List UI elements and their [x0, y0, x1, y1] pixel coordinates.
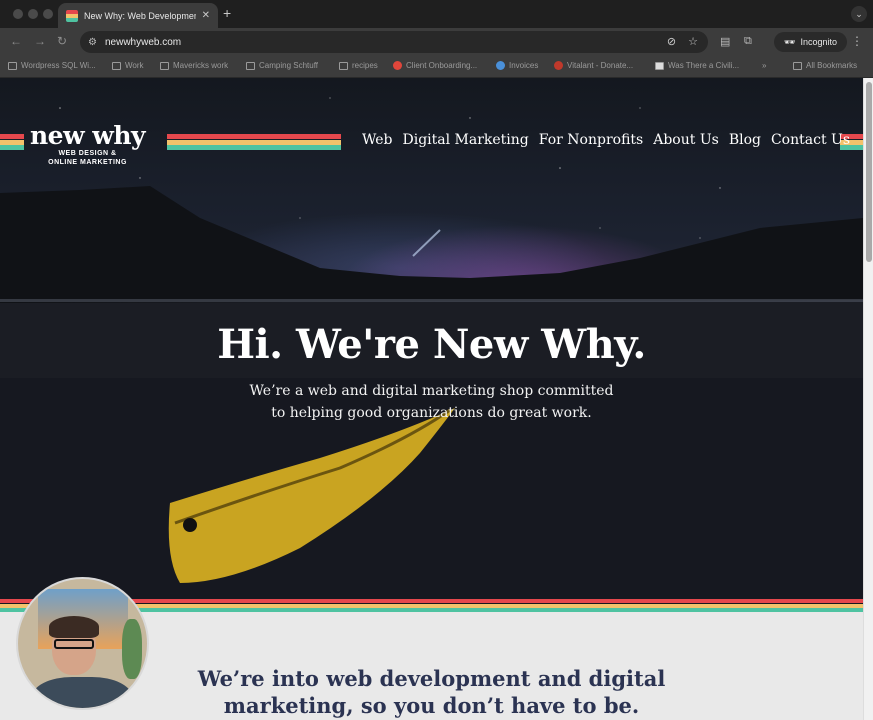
webcam-overlay	[16, 577, 149, 710]
logo-tagline-2: ONLINE MARKETING	[48, 159, 127, 166]
page-icon	[655, 61, 664, 70]
browser-tab-active[interactable]: New Why: Web Development ✕	[58, 3, 218, 28]
webcam-person-shirt	[32, 677, 132, 708]
new-tab-button[interactable]: +	[223, 5, 231, 21]
logo-name: new why	[30, 121, 146, 150]
hero-subline-1: We’re a web and digital marketing shop c…	[249, 383, 614, 399]
hero-section: new why WEB DESIGN & ONLINE MARKETING We…	[0, 78, 863, 608]
tab-title: New Why: Web Development	[84, 10, 196, 21]
logo-tagline-1: WEB DESIGN &	[58, 150, 117, 157]
globe-icon	[496, 61, 505, 70]
reload-icon[interactable]: ↻	[57, 34, 67, 48]
scrollbar-thumb[interactable]	[866, 82, 872, 262]
tab-search-icon[interactable]: ⌄	[851, 6, 867, 22]
webcam-plant	[122, 619, 142, 679]
hero-headline: Hi. We're New Why.	[217, 321, 646, 368]
extensions-icon[interactable]: ⧉	[744, 35, 752, 48]
nav-contact-us[interactable]: Contact Us	[771, 132, 850, 148]
bookmark-item[interactable]: Vitalant - Donate...	[554, 61, 633, 70]
youtube-icon	[393, 61, 402, 70]
address-url[interactable]: newwhyweb.com	[105, 37, 181, 48]
stripe-decoration	[0, 134, 24, 150]
bookmark-folder[interactable]: Camping Schtuff	[246, 61, 318, 70]
site-logo[interactable]: new why WEB DESIGN & ONLINE MARKETING	[30, 121, 146, 167]
nav-digital-marketing[interactable]: Digital Marketing	[403, 132, 529, 148]
page-icon	[8, 61, 17, 70]
browser-tab-strip: New Why: Web Development ✕ + ⌄	[0, 0, 873, 28]
eye-slash-icon[interactable]: ⊘	[667, 35, 676, 48]
more-bookmarks-chevron-icon[interactable]: »	[762, 61, 766, 70]
address-bar[interactable]: ⚙ newwhyweb.com ⊘ ☆	[80, 31, 708, 53]
incognito-badge[interactable]: 🕶 Incognito	[774, 32, 847, 52]
forward-arrow-icon[interactable]: →	[34, 34, 46, 48]
hero-subline-2: to helping good organizations do great w…	[271, 405, 592, 421]
browser-menu-icon[interactable]: ⋮	[851, 34, 863, 48]
bookmark-folder[interactable]: Work	[112, 61, 144, 70]
site-favicon-icon	[66, 9, 78, 22]
vitalant-icon	[554, 61, 563, 70]
bookmark-item[interactable]: Wordpress SQL Wi...	[8, 61, 96, 70]
bookmark-item[interactable]: Was There a Civili...	[655, 61, 739, 70]
webcam-person-hair	[49, 616, 99, 638]
bookmarks-bar: Wordpress SQL Wi... Work Mavericks work …	[0, 56, 873, 78]
site-info-icon[interactable]: ⚙	[88, 37, 97, 48]
folder-icon	[112, 61, 121, 70]
zoom-window-button[interactable]	[43, 9, 53, 19]
main-navigation: Web Digital Marketing For Nonprofits Abo…	[362, 132, 850, 148]
nav-web[interactable]: Web	[362, 132, 393, 148]
bookmark-item[interactable]: Client Onboarding...	[393, 61, 477, 70]
reading-list-icon[interactable]: ▤	[720, 35, 730, 48]
close-window-button[interactable]	[13, 9, 23, 19]
folder-icon	[160, 61, 169, 70]
bookmark-star-icon[interactable]: ☆	[688, 35, 698, 48]
minimize-window-button[interactable]	[28, 9, 38, 19]
browser-toolbar: ← → ↻ ⚙ newwhyweb.com ⊘ ☆ ▤ ⧉ 🕶 Incognit…	[0, 28, 873, 56]
page-scrollbar[interactable]	[863, 78, 873, 720]
bookmark-item[interactable]: Invoices	[496, 61, 538, 70]
folder-icon	[793, 61, 802, 70]
all-bookmarks-folder[interactable]: All Bookmarks	[793, 61, 857, 70]
nav-blog[interactable]: Blog	[729, 132, 761, 148]
tab-close-icon[interactable]: ✕	[202, 10, 210, 21]
stripe-decoration	[167, 134, 341, 150]
back-arrow-icon[interactable]: ←	[10, 34, 22, 48]
bookmark-folder[interactable]: recipes	[339, 61, 378, 70]
webcam-person-glasses	[54, 639, 94, 649]
incognito-icon: 🕶	[784, 36, 796, 47]
nav-for-nonprofits[interactable]: For Nonprofits	[539, 132, 643, 148]
bookmark-folder[interactable]: Mavericks work	[160, 61, 228, 70]
hero-subheadline: We’re a web and digital marketing shop c…	[0, 380, 863, 424]
folder-icon	[339, 61, 348, 70]
folder-icon	[246, 61, 255, 70]
nav-about-us[interactable]: About Us	[653, 132, 719, 148]
incognito-label: Incognito	[800, 37, 837, 47]
